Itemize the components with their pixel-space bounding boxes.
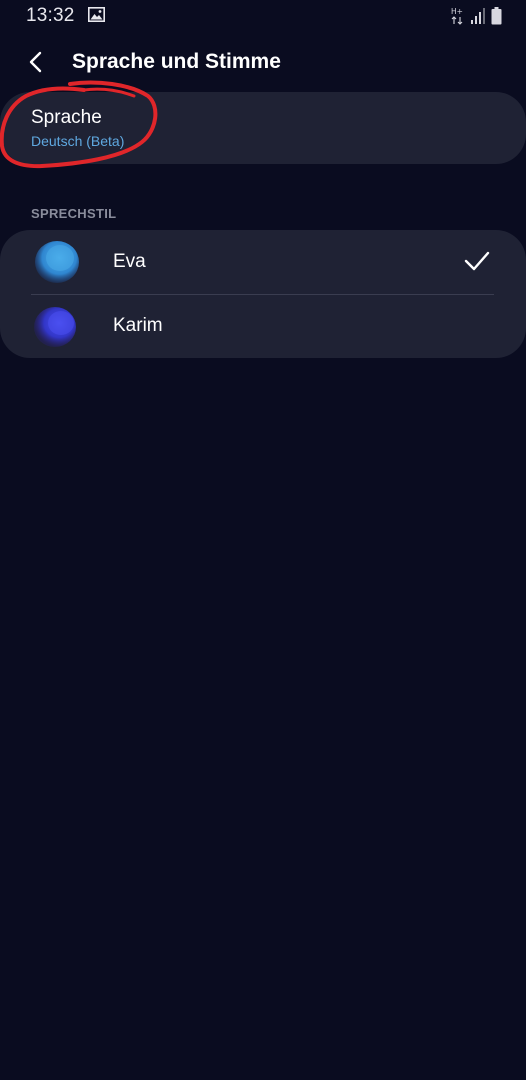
- chevron-left-icon: [29, 51, 42, 73]
- voice-option-eva[interactable]: Eva: [0, 230, 526, 295]
- signal-icon: [471, 8, 485, 24]
- status-time: 13:32: [26, 5, 75, 26]
- voice-avatar-eva: [35, 241, 79, 283]
- language-value: Deutsch (Beta): [31, 133, 125, 149]
- check-icon: [464, 251, 490, 271]
- section-header-speaking-style: SPRECHSTIL: [31, 206, 117, 221]
- page-title: Sprache und Stimme: [72, 50, 281, 73]
- back-button[interactable]: [20, 46, 52, 78]
- battery-icon: [491, 7, 502, 25]
- status-bar: 13:32 H+: [0, 0, 526, 34]
- svg-text:H+: H+: [451, 7, 463, 16]
- voice-option-karim[interactable]: Karim: [0, 294, 526, 358]
- voice-name-karim: Karim: [113, 315, 163, 336]
- language-title: Sprache: [31, 107, 102, 128]
- language-setting[interactable]: Sprache Deutsch (Beta): [0, 92, 526, 164]
- status-icons: H+: [451, 6, 502, 26]
- voice-avatar-karim: [34, 307, 76, 347]
- voice-list: Eva Karim: [0, 230, 526, 358]
- app-bar: Sprache und Stimme: [0, 40, 526, 86]
- gallery-icon: [88, 7, 105, 22]
- voice-name-eva: Eva: [113, 251, 146, 272]
- screen: 13:32 H+ Sprache und Stimme Sprache Deut…: [0, 0, 526, 1080]
- network-type-icon: H+: [451, 7, 463, 25]
